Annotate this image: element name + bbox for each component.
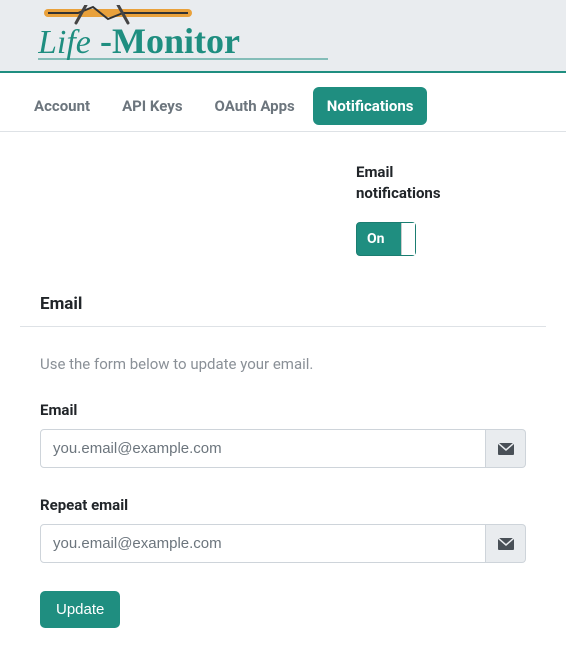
envelope-icon (486, 524, 526, 563)
email-notifications-toggle[interactable]: On (356, 222, 416, 256)
email-form: Use the form below to update your email.… (20, 355, 546, 628)
email-help-text: Use the form below to update your email. (40, 355, 526, 373)
svg-text:-Monitor: -Monitor (100, 21, 240, 61)
email-notifications-toggle-row: Email notifications On (20, 162, 546, 256)
tab-account[interactable]: Account (20, 87, 104, 132)
tab-oauth-apps[interactable]: OAuth Apps (201, 87, 309, 132)
life-monitor-logo-icon: Life -Monitor (38, 5, 338, 65)
toggle-knob (401, 223, 415, 255)
email-field-label: Email (40, 401, 526, 419)
page-header: Life -Monitor (0, 0, 566, 73)
email-notifications-label: Email notifications (356, 162, 476, 204)
svg-text:Life: Life (38, 24, 91, 61)
brand-logo: Life -Monitor (38, 0, 566, 65)
repeat-email-input-group (40, 524, 526, 563)
email-section-title: Email (20, 294, 546, 327)
update-button[interactable]: Update (40, 591, 120, 628)
toggle-state-text: On (367, 231, 385, 247)
tab-api-keys[interactable]: API Keys (108, 87, 196, 132)
tab-notifications[interactable]: Notifications (313, 87, 428, 125)
repeat-email-input[interactable] (40, 524, 486, 563)
envelope-icon (486, 429, 526, 468)
email-input[interactable] (40, 429, 486, 468)
settings-tabs: Account API Keys OAuth Apps Notification… (0, 73, 566, 132)
email-input-group (40, 429, 526, 468)
repeat-email-field-label: Repeat email (40, 496, 526, 514)
notifications-content: Email notifications On Email Use the for… (0, 132, 566, 648)
